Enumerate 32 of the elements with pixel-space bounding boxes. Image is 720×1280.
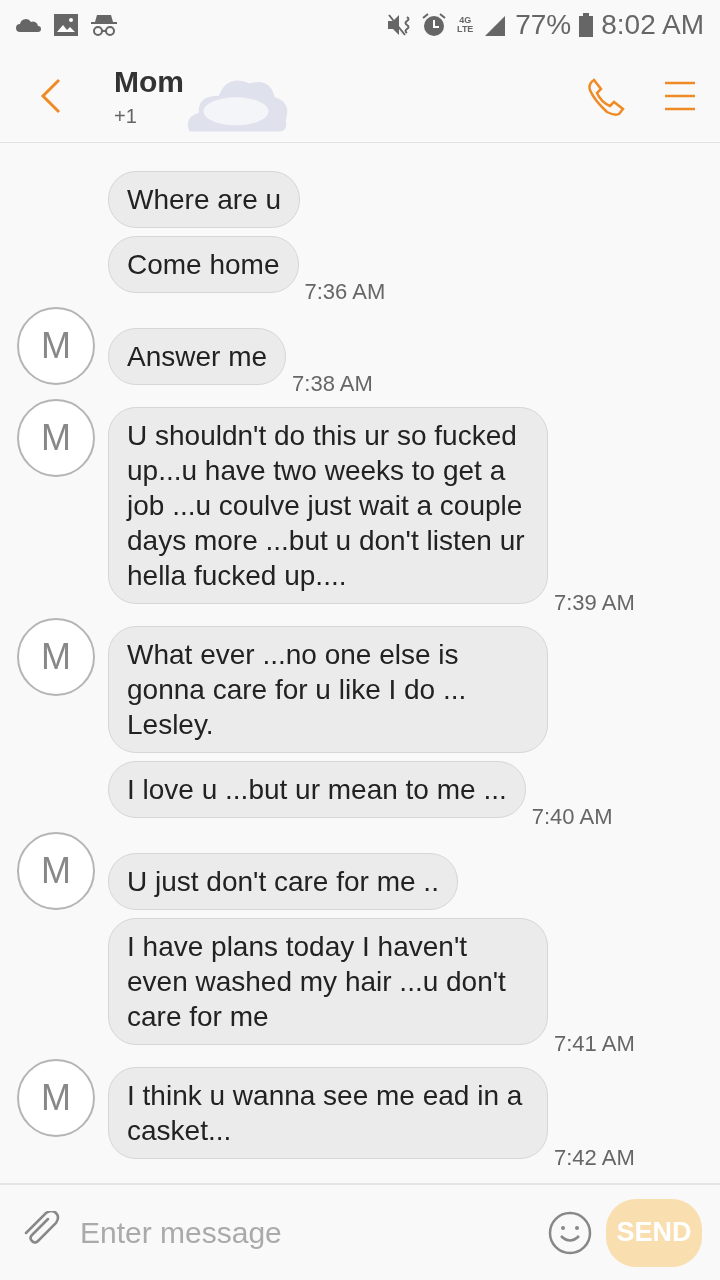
message-bubble: Answer me — [108, 328, 287, 385]
message-time: 7:41 AM — [554, 1031, 635, 1057]
message-time: 7:38 AM — [292, 371, 373, 397]
battery-percent: 77% — [515, 9, 572, 41]
message-time: 7:42 AM — [554, 1145, 635, 1171]
clock: 8:02 AM — [601, 9, 704, 41]
contact-name: Mom — [114, 64, 185, 99]
message-input[interactable]: Enter message — [78, 1214, 534, 1251]
message-time: 7:36 AM — [304, 279, 386, 305]
message-time: 7:39 AM — [554, 590, 635, 616]
message-bubble: Come home — [108, 236, 299, 293]
message-bubble: I have plans today I haven't even washed my hair ...u don't care for me — [108, 918, 548, 1045]
incognito-icon — [90, 13, 118, 37]
alarm-icon — [421, 12, 448, 38]
message-time: 7:40 AM — [531, 804, 613, 830]
battery-icon — [579, 13, 594, 37]
signal-icon — [483, 14, 508, 36]
contact-number: +1 — [114, 104, 138, 128]
contact-avatar[interactable]: M — [17, 307, 95, 385]
message-bubble: I think u wanna see me ead in a casket... — [108, 1067, 548, 1159]
message-bubble: Where are u — [108, 171, 301, 228]
message-bubble: What ever ...no one else is gonna care for u like I do ... Lesley. — [108, 626, 548, 753]
cloud-icon — [16, 18, 42, 32]
message-bubble: U just don't care for me .. — [108, 853, 458, 910]
contact-avatar[interactable]: M — [17, 832, 95, 910]
message-bubble: I love u ...but ur mean to me ... — [108, 761, 526, 818]
contact-avatar[interactable]: M — [17, 618, 95, 696]
message-bubble: U shouldn't do this ur so fucked up...u have two weeks to get a job ...u coulve just wait a couple days more ...but u don't listen ur hella fucked up.... — [108, 407, 548, 604]
network-type: 4G LTE — [456, 16, 475, 34]
image-icon — [54, 14, 78, 36]
contact-avatar[interactable]: M — [17, 1059, 95, 1137]
contact-avatar[interactable]: M — [17, 399, 95, 477]
